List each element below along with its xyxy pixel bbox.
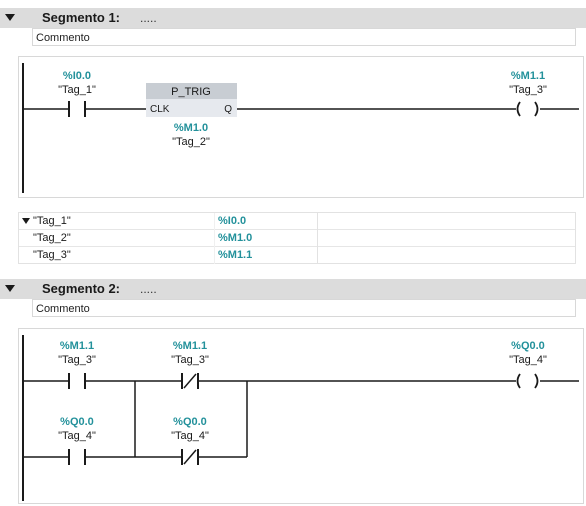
coil-tag: "Tag_3": [509, 84, 547, 96]
column-divider: [214, 247, 215, 264]
contact-address: %Q0.0: [173, 416, 207, 428]
tag-info-table: "Tag_1" %I0.0 "Tag_2" %M1.0 "Tag_3" %M1.…: [18, 212, 576, 264]
segment-2-header[interactable]: Segmento 2: .....: [0, 279, 586, 299]
segment-1-rung: %I0.0 "Tag_1" P_TRIG CLK Q %M1.0 "Tag_2"…: [22, 63, 579, 193]
tag-address: %I0.0: [218, 215, 247, 227]
contact-tag: "Tag_3": [58, 354, 96, 366]
tag-row[interactable]: "Tag_2" %M1.0: [19, 230, 575, 247]
tag-row[interactable]: "Tag_1" %I0.0: [19, 213, 575, 230]
segment-2-name[interactable]: .....: [140, 282, 157, 296]
contact-address: %I0.0: [63, 70, 91, 82]
tag-name: "Tag_2": [33, 232, 71, 244]
no-contact-tag1[interactable]: [68, 101, 86, 117]
tag-address: %M1.1: [218, 249, 253, 261]
collapse-triangle-icon[interactable]: [5, 14, 15, 21]
pin-clk: CLK: [150, 104, 170, 115]
tag-name: "Tag_3": [33, 249, 71, 261]
segment-1-network[interactable]: %I0.0 "Tag_1" P_TRIG CLK Q %M1.0 "Tag_2"…: [18, 56, 584, 198]
nc-contact-tag3[interactable]: [181, 373, 199, 389]
collapse-triangle-icon[interactable]: [5, 285, 15, 292]
coil-tag: "Tag_4": [509, 354, 547, 366]
tag-address: %M1.0: [218, 232, 253, 244]
column-divider: [317, 247, 318, 264]
coil-tag4[interactable]: [516, 373, 539, 389]
segment-1-title: Segmento 1:: [42, 10, 121, 25]
expand-arrow-icon[interactable]: [22, 218, 30, 224]
p-trig-tag: "Tag_2": [172, 136, 210, 148]
segment-2-rung: %M1.1 "Tag_3" %M1.1 "Tag_3" %Q0.0 "Tag_4…: [22, 335, 579, 501]
pin-q: Q: [224, 104, 232, 115]
contact-tag: "Tag_1": [58, 84, 96, 96]
column-divider: [317, 213, 318, 230]
p-trig-title: P_TRIG: [171, 86, 211, 98]
segment-2-comment[interactable]: Commento: [32, 299, 576, 317]
column-divider: [214, 213, 215, 230]
coil-address: %Q0.0: [511, 340, 545, 352]
no-contact-tag4[interactable]: [68, 449, 86, 465]
segment-1-name[interactable]: .....: [140, 11, 157, 25]
segment-1-header[interactable]: Segmento 1: .....: [0, 8, 586, 28]
contact-tag: "Tag_4": [171, 430, 209, 442]
segment-2-title: Segmento 2:: [42, 281, 121, 296]
coil-address: %M1.1: [511, 70, 545, 82]
segment-1-comment[interactable]: Commento: [32, 28, 576, 46]
contact-tag: "Tag_3": [171, 354, 209, 366]
tag-row[interactable]: "Tag_3" %M1.1: [19, 247, 575, 264]
coil-tag3[interactable]: [516, 101, 539, 117]
column-divider: [214, 230, 215, 247]
nc-contact-tag4[interactable]: [181, 449, 199, 465]
column-divider: [317, 230, 318, 247]
contact-tag: "Tag_4": [58, 430, 96, 442]
no-contact-tag3[interactable]: [68, 373, 86, 389]
contact-address: %Q0.0: [60, 416, 94, 428]
contact-address: %M1.1: [173, 340, 207, 352]
p-trig-address: %M1.0: [174, 122, 208, 134]
tag-name: "Tag_1": [33, 215, 71, 227]
contact-address: %M1.1: [60, 340, 94, 352]
segment-2-network[interactable]: %M1.1 "Tag_3" %M1.1 "Tag_3" %Q0.0 "Tag_4…: [18, 328, 584, 504]
